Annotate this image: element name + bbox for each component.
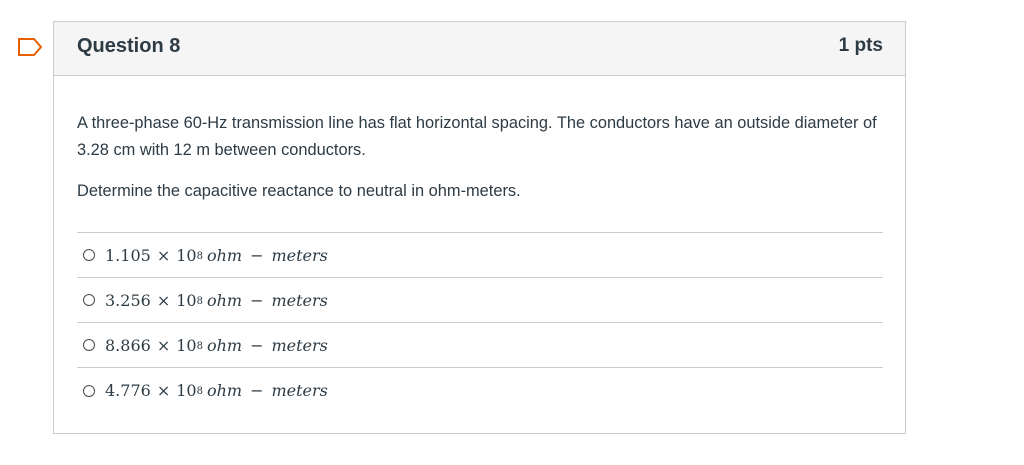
answer-option[interactable]: 1.105 × 10 8 ohm − meters [77, 233, 883, 278]
question-header: Question 8 1 pts [54, 22, 905, 76]
radio-button-icon[interactable] [83, 339, 95, 351]
unit-ohm: ohm [206, 335, 243, 355]
unit-ohm: ohm [206, 381, 243, 400]
question-points: 1 pts [838, 35, 883, 56]
answer-mantissa: 4.776 [105, 381, 151, 400]
bookmark-flag-icon[interactable] [17, 37, 43, 57]
radio-button-icon[interactable] [83, 294, 95, 306]
times-symbol: × [156, 245, 171, 265]
answer-base: 10 [176, 381, 197, 400]
unit-meters: meters [271, 245, 328, 265]
question-body: A three-phase 60-Hz transmission line ha… [54, 76, 905, 413]
answer-option[interactable]: 8.866 × 10 8 ohm − meters [77, 323, 883, 368]
question-card: Question 8 1 pts A three-phase 60-Hz tra… [53, 21, 906, 434]
answer-mantissa: 3.256 [105, 290, 151, 310]
answer-list: 1.105 × 10 8 ohm − meters 3.256 × 10 8 ohm… [77, 232, 883, 413]
answer-exponent: 8 [196, 340, 203, 352]
answer-option[interactable]: 4.776 × 10 8 ohm − meters [77, 368, 883, 413]
answer-base: 10 [176, 335, 197, 355]
unit-meters: meters [271, 381, 328, 400]
unit-ohm: ohm [206, 245, 243, 265]
times-symbol: × [156, 335, 171, 355]
times-symbol: × [156, 381, 171, 400]
unit-meters: meters [271, 290, 328, 310]
answer-base: 10 [176, 245, 197, 265]
minus-symbol: − [250, 245, 264, 265]
answer-base: 10 [176, 290, 197, 310]
unit-meters: meters [271, 335, 328, 355]
minus-symbol: − [250, 290, 264, 310]
answer-label: 4.776 × 10 8 ohm − meters [105, 381, 328, 400]
answer-label: 3.256 × 10 8 ohm − meters [105, 291, 328, 310]
minus-symbol: − [250, 335, 264, 355]
radio-button-icon[interactable] [83, 249, 95, 261]
minus-symbol: − [250, 381, 264, 400]
times-symbol: × [156, 290, 171, 310]
answer-exponent: 8 [196, 295, 203, 307]
answer-exponent: 8 [196, 250, 203, 262]
radio-button-icon[interactable] [83, 384, 95, 397]
answer-option[interactable]: 3.256 × 10 8 ohm − meters [77, 278, 883, 323]
answer-label: 1.105 × 10 8 ohm − meters [105, 246, 328, 265]
question-title: Question 8 [77, 35, 181, 57]
question-text: A three-phase 60-Hz transmission line ha… [77, 114, 877, 159]
answer-mantissa: 8.866 [105, 335, 151, 355]
question-prompt: Determine the capacitive reactance to ne… [77, 182, 521, 200]
unit-ohm: ohm [206, 290, 243, 310]
answer-exponent: 8 [196, 386, 203, 397]
answer-label: 8.866 × 10 8 ohm − meters [105, 336, 328, 355]
answer-mantissa: 1.105 [105, 245, 151, 265]
